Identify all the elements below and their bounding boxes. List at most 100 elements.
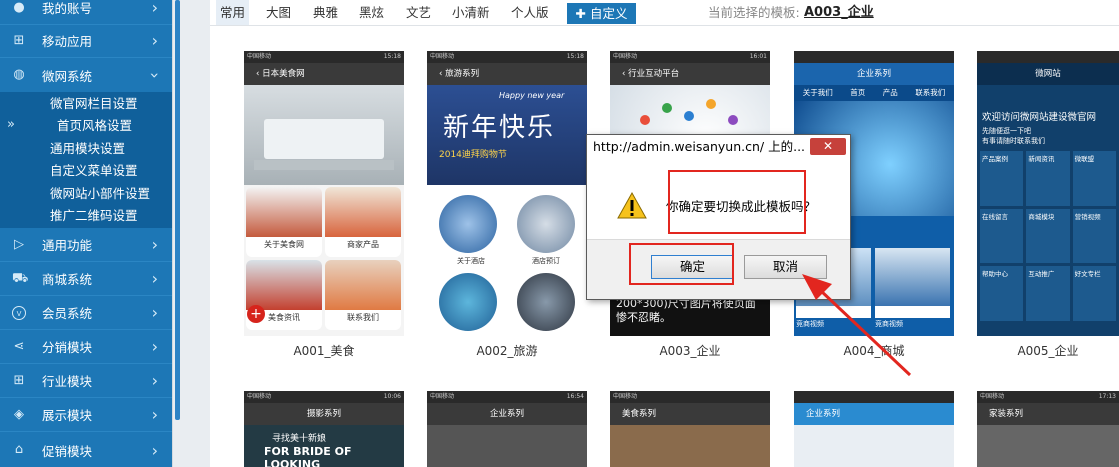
close-icon[interactable]: ✕ bbox=[810, 138, 846, 155]
template-caption: A001_美食 bbox=[293, 344, 355, 358]
subitem-column-settings[interactable]: 微官网栏目设置 bbox=[50, 93, 138, 115]
template-tile bbox=[439, 273, 497, 331]
tab-dark[interactable]: 黑炫 bbox=[355, 0, 388, 25]
template-tile bbox=[439, 195, 497, 253]
status-bar: 中国移动 bbox=[610, 391, 770, 403]
status-bar bbox=[794, 51, 954, 63]
template-caption: A005_企业 bbox=[1017, 344, 1079, 358]
sidebar-item-promotion[interactable]: ⌂ 促销模块 › bbox=[0, 433, 172, 467]
template-card-row2-4[interactable]: 企业系列 bbox=[794, 391, 954, 467]
template-caption: A002_旅游 bbox=[476, 344, 538, 358]
template-header: ‹ 行业互动平台 bbox=[610, 63, 770, 85]
chevron-right-icon: › bbox=[151, 31, 158, 50]
template-card-a001[interactable]: 中国移动 15:18 ‹ 日本美食网 关于美食网 商家产品 美食资讯 联系我们 + bbox=[244, 51, 404, 336]
subitem-widgets[interactable]: 微网站小部件设置 bbox=[50, 183, 150, 205]
subitem-home-style[interactable]: 首页风格设置 bbox=[57, 115, 132, 137]
template-header: 企业系列 bbox=[794, 403, 954, 425]
template-nav: 关于我们 首页 产品 联系我们 bbox=[794, 85, 954, 101]
scrollbar-thumb[interactable] bbox=[175, 0, 180, 420]
tab-fresh[interactable]: 小清新 bbox=[448, 0, 494, 25]
user-icon: ● bbox=[13, 0, 25, 15]
template-header: 企业系列 bbox=[794, 63, 954, 85]
template-card-row2-5[interactable]: 中国移动 17:13 家装系列 bbox=[977, 391, 1119, 467]
template-welcome: 欢迎访问微网站建设微官网 bbox=[982, 112, 1097, 123]
sidebar-item-microsite[interactable]: ◍ 微网系统 › bbox=[0, 58, 172, 92]
chevron-down-icon: › bbox=[145, 71, 165, 79]
status-bar bbox=[977, 51, 1119, 63]
sidebar-item-account[interactable]: ● 我的账号 › bbox=[0, 0, 172, 25]
current-template-name: A003_企业 bbox=[804, 5, 874, 20]
template-caption: A003_企业 bbox=[659, 344, 721, 358]
sidebar: ● 我的账号 › ⊞ 移动应用 › ◍ 微网系统 › » 微官网栏目设置 首页风… bbox=[0, 0, 172, 467]
template-banner: Happy new year 新年快乐 2014迪拜购物节 bbox=[427, 85, 587, 185]
expand-icon: » bbox=[7, 117, 15, 132]
status-bar: 中国移动 17:13 bbox=[977, 391, 1119, 403]
tab-large-image[interactable]: 大图 bbox=[262, 0, 295, 25]
tab-personal[interactable]: 个人版 bbox=[507, 0, 553, 25]
subitem-qrcode[interactable]: 推广二维码设置 bbox=[50, 205, 138, 227]
play-icon: ▷ bbox=[14, 237, 24, 252]
chevron-right-icon: › bbox=[151, 269, 158, 288]
template-tile: 关于美食网 bbox=[246, 187, 322, 257]
sidebar-item-label: 微网系统 bbox=[42, 68, 93, 84]
status-bar bbox=[794, 391, 954, 403]
sidebar-item-label: 移动应用 bbox=[42, 34, 93, 49]
sidebar-item-industry[interactable]: ⊞ 行业模块 › bbox=[0, 364, 172, 398]
template-header: 家装系列 bbox=[977, 403, 1119, 425]
sidebar-item-label: 促销模块 bbox=[42, 443, 93, 459]
chevron-right-icon: › bbox=[151, 440, 158, 460]
sidebar-item-display[interactable]: ◈ 展示模块 › bbox=[0, 398, 172, 432]
sidebar-submenu: » 微官网栏目设置 首页风格设置 通用模块设置 自定义菜单设置 微网站小部件设置… bbox=[0, 92, 172, 228]
sidebar-item-label: 行业模块 bbox=[42, 374, 93, 389]
sidebar-item-label: 会员系统 bbox=[42, 306, 93, 321]
sidebar-item-mall[interactable]: ⛟ 商城系统 › bbox=[0, 262, 172, 296]
chevron-right-icon: › bbox=[151, 337, 158, 356]
template-card-row2-3[interactable]: 中国移动 美食系列 bbox=[610, 391, 770, 467]
sidebar-item-label: 通用功能 bbox=[42, 238, 93, 253]
chevron-right-icon: › bbox=[151, 0, 158, 17]
gamepad-icon: ◈ bbox=[14, 407, 24, 422]
sidebar-item-distribution[interactable]: ⋖ 分销模块 › bbox=[0, 330, 172, 364]
highlight-box-message bbox=[668, 170, 806, 234]
sidebar-item-label: 展示模块 bbox=[42, 408, 93, 423]
tab-literary[interactable]: 文艺 bbox=[402, 0, 435, 25]
template-tile bbox=[517, 273, 575, 331]
template-tile: 商家产品 bbox=[325, 187, 401, 257]
warning-icon bbox=[617, 192, 647, 219]
plus-icon: ✚ bbox=[575, 6, 586, 21]
status-bar: 中国移动 15:18 bbox=[427, 51, 587, 63]
template-card-a005[interactable]: 微网站 欢迎访问微网站建设微官网 先随便逛一下吧 有事请随时联系我们 产品案例 … bbox=[977, 51, 1119, 336]
template-card-row2-1[interactable]: 中国移动 10:06 摄影系列 寻找美十新娘 FOR BRIDE OF LOOKI… bbox=[244, 391, 404, 467]
tab-custom[interactable]: ✚ 自定义 bbox=[567, 3, 636, 24]
sidebar-item-general[interactable]: ▷ 通用功能 › bbox=[0, 228, 172, 262]
template-card-row2-2[interactable]: 中国移动 16:54 企业系列 bbox=[427, 391, 587, 467]
template-header: 美食系列 bbox=[610, 403, 770, 425]
template-banner-text: FOR BRIDE OF LOOKING bbox=[264, 445, 352, 467]
status-bar: 中国移动 16:01 bbox=[610, 51, 770, 63]
chevron-right-icon: › bbox=[151, 235, 158, 254]
sidebar-item-mobile-apps[interactable]: ⊞ 移动应用 › bbox=[0, 24, 172, 58]
template-card-a002[interactable]: 中国移动 15:18 ‹ 旅游系列 Happy new year 新年快乐 201… bbox=[427, 51, 587, 336]
plus-icon: + bbox=[247, 305, 265, 323]
template-header: 企业系列 bbox=[427, 403, 587, 425]
template-tabs: 常用 大图 典雅 黑炫 文艺 小清新 个人版 ✚ 自定义 当前选择的模板: A0… bbox=[210, 0, 1119, 26]
tab-common[interactable]: 常用 bbox=[216, 0, 250, 25]
store-icon: ⌂ bbox=[14, 442, 24, 457]
template-tile: 联系我们 bbox=[325, 260, 401, 330]
template-header: ‹ 旅游系列 bbox=[427, 63, 587, 85]
sidebar-item-label: 分销模块 bbox=[42, 340, 93, 355]
sidebar-item-member[interactable]: V 会员系统 › bbox=[0, 296, 172, 330]
apps-icon: ⊞ bbox=[13, 373, 25, 388]
tab-elegant[interactable]: 典雅 bbox=[309, 0, 342, 25]
chevron-right-icon: › bbox=[151, 371, 158, 390]
tab-custom-label: 自定义 bbox=[589, 6, 628, 21]
subitem-custom-menu[interactable]: 自定义菜单设置 bbox=[50, 160, 138, 182]
share-icon: ⋖ bbox=[13, 339, 25, 354]
subitem-general-modules[interactable]: 通用模块设置 bbox=[50, 138, 125, 160]
arrow-annotation-icon bbox=[802, 274, 912, 377]
template-banner-text: 寻找美十新娘 bbox=[272, 434, 327, 444]
highlight-box-ok bbox=[629, 243, 734, 285]
cart-icon: ⛟ bbox=[12, 271, 29, 286]
template-tile-label: 关于酒店 bbox=[457, 257, 485, 265]
chevron-right-icon: › bbox=[151, 303, 158, 322]
